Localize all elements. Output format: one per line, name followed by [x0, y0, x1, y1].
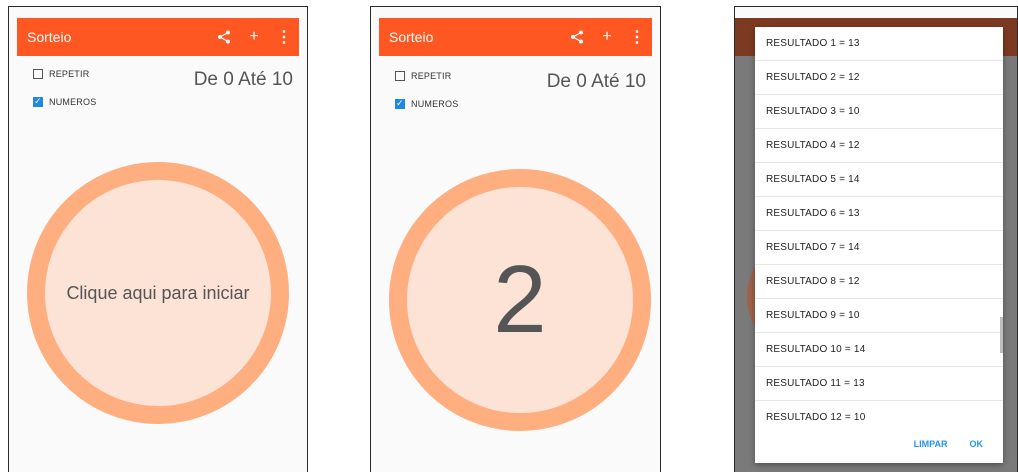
- list-item: RESULTADO 3 = 10: [755, 95, 1003, 129]
- app-bar: Sorteio + ⋮: [17, 18, 299, 56]
- list-item: RESULTADO 4 = 12: [755, 129, 1003, 163]
- list-item: RESULTADO 12 = 10: [766, 412, 866, 423]
- plus-icon[interactable]: +: [592, 28, 622, 46]
- range-text: De 0 Até 10: [193, 69, 293, 90]
- screen-result: Sorteio + ⋮ REPETIR NUMEROS De 0 Até 10 …: [370, 6, 661, 472]
- clear-button[interactable]: LIMPAR: [914, 439, 948, 449]
- list-item: RESULTADO 5 = 14: [755, 163, 1003, 197]
- dialog-actions: LIMPAR OK: [914, 439, 983, 449]
- numbers-label: NUMEROS: [411, 99, 459, 109]
- list-item: RESULTADO 10 = 14: [755, 333, 1003, 367]
- numbers-label: NUMEROS: [49, 97, 97, 107]
- more-vert-icon[interactable]: ⋮: [622, 27, 652, 47]
- checkbox-box[interactable]: [395, 71, 405, 81]
- repeat-checkbox[interactable]: REPETIR: [33, 69, 89, 79]
- repeat-label: REPETIR: [49, 69, 90, 79]
- plus-icon[interactable]: +: [239, 28, 269, 46]
- app-title: Sorteio: [27, 29, 72, 45]
- drawn-number: 2: [493, 246, 547, 353]
- repeat-checkbox[interactable]: REPETIR: [395, 71, 451, 81]
- circle-text: Clique aqui para iniciar: [66, 282, 250, 303]
- checkbox-box[interactable]: [33, 96, 43, 107]
- ok-button[interactable]: OK: [970, 439, 984, 449]
- list-item: RESULTADO 6 = 13: [755, 197, 1003, 231]
- draw-button[interactable]: 2: [389, 169, 651, 431]
- scrollbar[interactable]: [1000, 317, 1003, 353]
- results-list[interactable]: RESULTADO 1 = 13 RESULTADO 2 = 12 RESULT…: [755, 27, 1003, 434]
- draw-button[interactable]: Clique aqui para iniciar: [27, 162, 289, 424]
- share-icon[interactable]: [209, 30, 239, 44]
- list-item: RESULTADO 9 = 10: [755, 299, 1003, 333]
- list-item: RESULTADO 2 = 12: [755, 61, 1003, 95]
- more-vert-icon[interactable]: ⋮: [269, 27, 299, 47]
- app-title: Sorteio: [389, 29, 434, 45]
- list-item: RESULTADO 11 = 13: [755, 367, 1003, 401]
- results-dialog: RESULTADO 1 = 13 RESULTADO 2 = 12 RESULT…: [755, 27, 1003, 463]
- screen-results-dialog: RESULTADO 1 = 13 RESULTADO 2 = 12 RESULT…: [734, 6, 1018, 472]
- checkbox-box[interactable]: [395, 98, 405, 109]
- range-text: De 0 Até 10: [546, 71, 646, 92]
- numbers-checkbox[interactable]: NUMEROS: [33, 96, 97, 107]
- list-item: RESULTADO 1 = 13: [755, 27, 1003, 61]
- app-bar: Sorteio + ⋮: [379, 18, 652, 56]
- checkbox-box[interactable]: [33, 69, 43, 79]
- list-item: RESULTADO 7 = 14: [755, 231, 1003, 265]
- numbers-checkbox[interactable]: NUMEROS: [395, 98, 459, 109]
- screen-initial: Sorteio + ⋮ REPETIR NUMEROS De 0 Até 10 …: [8, 6, 308, 472]
- share-icon[interactable]: [562, 30, 592, 44]
- repeat-label: REPETIR: [411, 71, 452, 81]
- list-item: RESULTADO 8 = 12: [755, 265, 1003, 299]
